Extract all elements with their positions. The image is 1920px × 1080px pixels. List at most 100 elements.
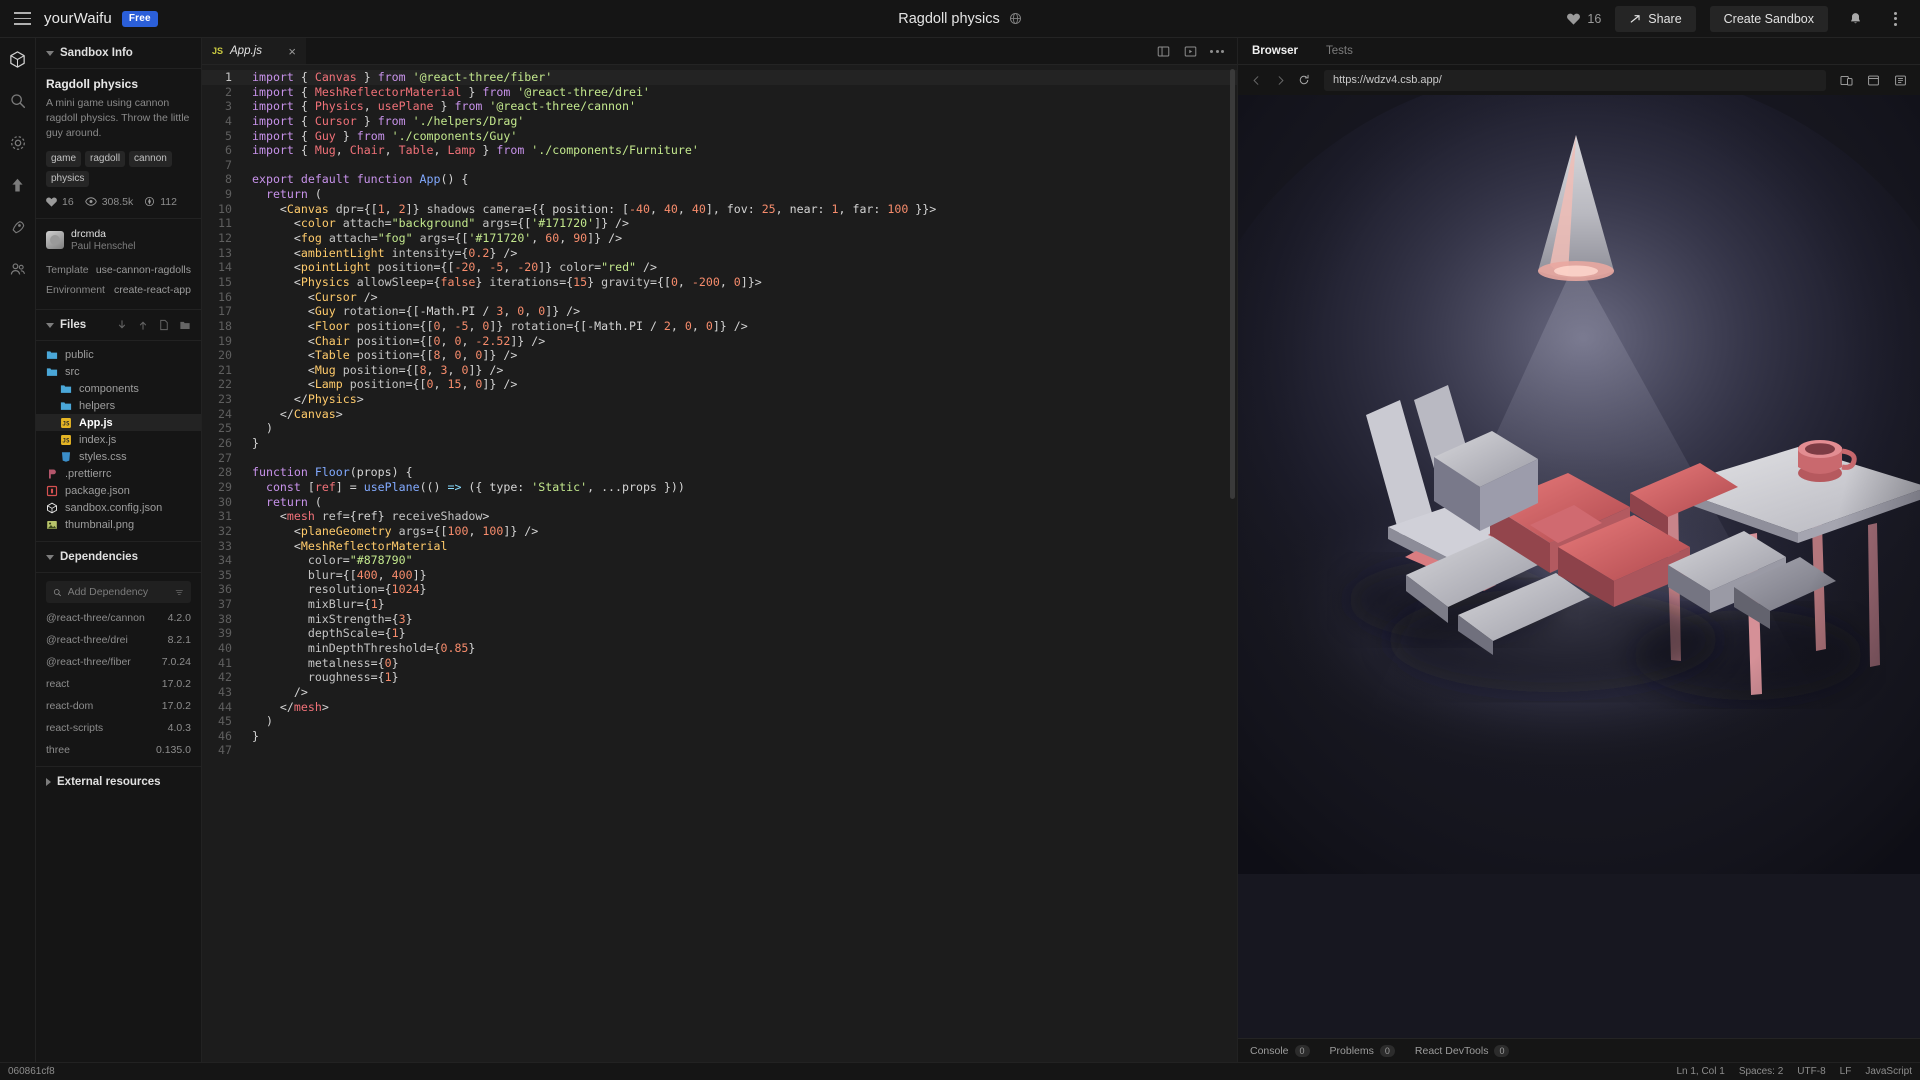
editor-more-icon[interactable] — [1205, 39, 1229, 63]
code-line[interactable]: 7 — [202, 158, 1237, 173]
menu-icon[interactable] — [0, 0, 44, 38]
code-line[interactable]: 16 <Cursor /> — [202, 290, 1237, 305]
code-line[interactable]: 31 <mesh ref={ref} receiveShadow> — [202, 509, 1237, 524]
dependency-row[interactable]: three 0.135.0 — [36, 739, 201, 761]
code-line[interactable]: 32 <planeGeometry args={[100, 100]} /> — [202, 524, 1237, 539]
new-folder-icon[interactable] — [179, 319, 191, 331]
tag[interactable]: game — [46, 150, 82, 167]
code-line[interactable]: 36 resolution={1024} — [202, 582, 1237, 597]
code-line[interactable]: 23 </Physics> — [202, 392, 1237, 407]
back-icon[interactable] — [1246, 70, 1266, 90]
filter-icon[interactable] — [175, 587, 184, 598]
code-line[interactable]: 21 <Mug position={[8, 3, 0]} /> — [202, 363, 1237, 378]
plan-badge[interactable]: Free — [121, 10, 158, 27]
tab-app-js[interactable]: JS App.js × — [202, 38, 307, 64]
share-button[interactable]: Share — [1615, 5, 1696, 32]
code-line[interactable]: 11 <color attach="background" args={['#1… — [202, 216, 1237, 231]
add-dependency-search[interactable] — [46, 581, 191, 604]
code-line[interactable]: 10 <Canvas dpr={[1, 2]} shadows camera={… — [202, 202, 1237, 217]
forward-icon[interactable] — [1270, 70, 1290, 90]
brand-label[interactable]: yourWaifu — [44, 10, 112, 27]
react-devtools-tab[interactable]: React DevTools 0 — [1415, 1044, 1510, 1057]
code-line[interactable]: 1 import { Canvas } from '@react-three/fi… — [202, 70, 1237, 85]
dependency-row[interactable]: @react-three/fiber 7.0.24 — [36, 651, 201, 673]
code-line[interactable]: 20 <Table position={[8, 0, 0]} /> — [202, 348, 1237, 363]
rail-rocket-icon[interactable] — [7, 216, 29, 238]
code-line[interactable]: 24 </Canvas> — [202, 407, 1237, 422]
code-line[interactable]: 5 import { Guy } from './components/Guy' — [202, 129, 1237, 144]
sandbox-title[interactable]: Ragdoll physics — [898, 11, 1000, 27]
dependency-row[interactable]: react-scripts 4.0.3 — [36, 717, 201, 739]
code-line[interactable]: 8 export default function App() { — [202, 172, 1237, 187]
status-bar-item[interactable]: LF — [1840, 1066, 1852, 1077]
upload-icon[interactable] — [137, 319, 149, 331]
files-header[interactable]: Files — [36, 310, 201, 342]
reload-icon[interactable] — [1294, 70, 1314, 90]
code-line[interactable]: 12 <fog attach="fog" args={['#171720', 6… — [202, 231, 1237, 246]
code-line[interactable]: 6 import { Mug, Chair, Table, Lamp } from… — [202, 143, 1237, 158]
preview-viewport[interactable] — [1238, 95, 1920, 1038]
code-line[interactable]: 4 import { Cursor } from './helpers/Drag' — [202, 114, 1237, 129]
new-file-icon[interactable] — [158, 319, 170, 331]
responsive-mode-icon[interactable] — [1836, 70, 1856, 90]
preview-more-icon[interactable] — [1890, 70, 1910, 90]
file-tree-item[interactable]: .prettierrc — [36, 465, 201, 482]
code-line[interactable]: 29 const [ref] = usePlane(() => ({ type:… — [202, 480, 1237, 495]
file-tree-item[interactable]: public — [36, 346, 201, 363]
console-tab[interactable]: Console 0 — [1250, 1044, 1310, 1057]
file-tree-item[interactable]: styles.css — [36, 448, 201, 465]
like-counter[interactable]: 16 — [1567, 12, 1601, 26]
code-line[interactable]: 39 depthScale={1} — [202, 626, 1237, 641]
code-line[interactable]: 43 /> — [202, 685, 1237, 700]
code-line[interactable]: 44 </mesh> — [202, 700, 1237, 715]
rail-search-icon[interactable] — [7, 90, 29, 112]
status-bar-item[interactable]: Ln 1, Col 1 — [1676, 1066, 1724, 1077]
dependency-row[interactable]: react-dom 17.0.2 — [36, 695, 201, 717]
code-line[interactable]: 35 blur={[400, 400]} — [202, 568, 1237, 583]
code-line[interactable]: 9 return ( — [202, 187, 1237, 202]
status-bar-item[interactable]: Spaces: 2 — [1739, 1066, 1783, 1077]
tag[interactable]: physics — [46, 170, 90, 187]
file-tree-item[interactable]: helpers — [36, 397, 201, 414]
code-line[interactable]: 34 color="#878790" — [202, 553, 1237, 568]
external-resources-header[interactable]: External resources — [36, 767, 201, 797]
code-area[interactable]: 1 import { Canvas } from '@react-three/fi… — [202, 65, 1237, 1062]
open-external-icon[interactable] — [1863, 70, 1883, 90]
code-line[interactable]: 14 <pointLight position={[-20, -5, -20]}… — [202, 260, 1237, 275]
status-bar-item[interactable]: JavaScript — [1865, 1066, 1912, 1077]
tag[interactable]: ragdoll — [85, 150, 126, 167]
close-icon[interactable]: × — [280, 44, 296, 59]
code-line[interactable]: 37 mixBlur={1} — [202, 597, 1237, 612]
code-line[interactable]: 13 <ambientLight intensity={0.2} /> — [202, 246, 1237, 261]
code-line[interactable]: 40 minDepthThreshold={0.85} — [202, 641, 1237, 656]
create-sandbox-button[interactable]: Create Sandbox — [1709, 5, 1828, 32]
code-line[interactable]: 33 <MeshReflectorMaterial — [202, 539, 1237, 554]
code-line[interactable]: 26} — [202, 436, 1237, 451]
download-icon[interactable] — [116, 319, 128, 331]
sandbox-info-header[interactable]: Sandbox Info — [36, 38, 201, 69]
rail-deploy-icon[interactable] — [7, 174, 29, 196]
dependencies-header[interactable]: Dependencies — [36, 542, 201, 574]
more-options-icon[interactable] — [1882, 6, 1908, 32]
code-line[interactable]: 41 metalness={0} — [202, 656, 1237, 671]
tag[interactable]: cannon — [129, 150, 172, 167]
add-dependency-input[interactable] — [67, 586, 170, 599]
rail-explorer-icon[interactable] — [7, 48, 29, 70]
code-line[interactable]: 19 <Chair position={[0, 0, -2.52]} /> — [202, 334, 1237, 349]
code-line[interactable]: 3 import { Physics, usePlane } from '@rea… — [202, 99, 1237, 114]
code-line[interactable]: 2 import { MeshReflectorMaterial } from '… — [202, 85, 1237, 100]
code-line[interactable]: 17 <Guy rotation={[-Math.PI / 3, 0, 0]} … — [202, 304, 1237, 319]
status-bar-item[interactable]: UTF-8 — [1797, 1066, 1825, 1077]
preview-pane-icon[interactable] — [1178, 39, 1202, 63]
dependency-row[interactable]: react 17.0.2 — [36, 673, 201, 695]
url-input[interactable]: https://wdzv4.csb.app/ — [1324, 69, 1826, 91]
code-line[interactable]: 25 ) — [202, 421, 1237, 436]
commit-hash[interactable]: 060861cf8 — [8, 1066, 55, 1077]
code-line[interactable]: 38 mixStrength={3} — [202, 612, 1237, 627]
editor-scrollbar[interactable] — [1230, 69, 1235, 499]
author-row[interactable]: drcmda Paul Henschel — [36, 219, 201, 261]
file-tree-item[interactable]: JS App.js — [36, 414, 201, 432]
code-line[interactable]: 18 <Floor position={[0, -5, 0]} rotation… — [202, 319, 1237, 334]
code-line[interactable]: 27 — [202, 451, 1237, 466]
file-tree-item[interactable]: JS index.js — [36, 431, 201, 448]
